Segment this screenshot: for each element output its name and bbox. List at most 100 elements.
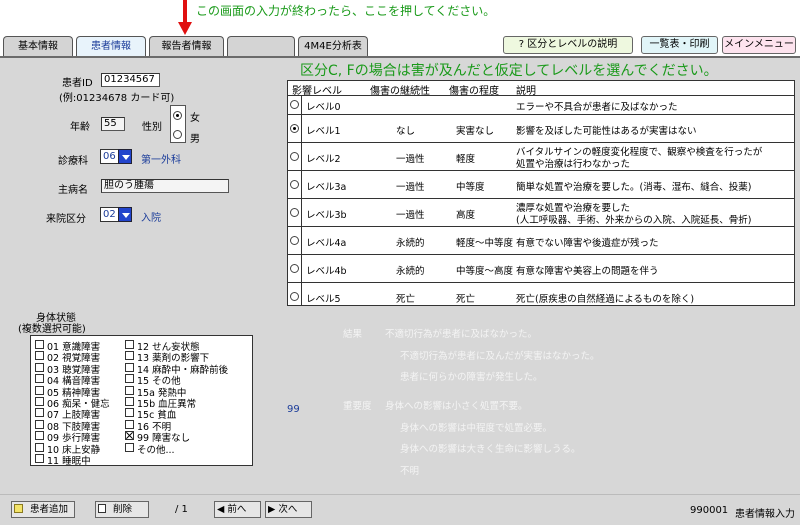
patient-id-example: (例:01234678 カード可) — [59, 93, 175, 104]
body-state-checkbox[interactable] — [125, 397, 134, 406]
add-patient-button[interactable]: 患者追加 — [11, 501, 75, 518]
user-id: 990001 — [690, 505, 729, 516]
department-code[interactable]: 06 — [100, 149, 119, 164]
level-degree: 実害なし — [456, 126, 495, 137]
body-state-checkbox[interactable] — [125, 340, 134, 349]
department-dropdown-button[interactable] — [118, 149, 132, 164]
disease-input[interactable]: 胆のう腫瘍 — [101, 179, 229, 193]
level-radio[interactable] — [290, 100, 299, 109]
level-description: 簡単な処置や治療を要した。(消毒、湿布、縫合、投薬) — [516, 182, 752, 193]
sex-male-radio[interactable] — [173, 130, 182, 139]
sex-female-radio[interactable] — [173, 111, 182, 120]
body-state-checkbox[interactable] — [125, 362, 134, 372]
prev-button[interactable]: ◀ 前へ — [214, 501, 261, 518]
level-description: 有意でない障害や後遺症が残った — [516, 238, 659, 249]
level-row[interactable]: レベル4b 永続的 中等度～高度 有意な障害や美容上の問題を伴う — [288, 254, 794, 282]
body-state-checkbox[interactable] — [35, 454, 44, 463]
result-option-3[interactable]: 患者に何らかの障害が発生した。 — [400, 369, 543, 383]
footer-divider — [0, 494, 800, 495]
body-state-checkbox[interactable] — [35, 374, 44, 384]
level-row[interactable]: レベル3a 一過性 中等度 簡単な処置や治療を要した。(消毒、湿布、縫合、投薬) — [288, 170, 794, 198]
body-state-checkbox[interactable] — [35, 419, 44, 429]
tab-4m4e-analysis[interactable]: 4M4E分析表 — [298, 36, 368, 57]
level-continuity: 永続的 — [396, 238, 425, 249]
level-radio[interactable] — [290, 180, 299, 189]
body-state-checkbox[interactable] — [35, 431, 44, 441]
department-name: 第一外科 — [141, 155, 181, 166]
hint-text: この画面の入力が終わったら、ここを押してください。 — [196, 4, 496, 18]
delete-label: 削除 — [113, 504, 133, 515]
level-radio[interactable] — [290, 264, 299, 273]
level-row[interactable]: レベル0 エラーや不具合が患者に及ばなかった — [288, 95, 794, 114]
severity-option-1[interactable]: 身体への影響は小さく処置不要。 — [385, 398, 528, 412]
body-state-label: 11 睡眠中 — [47, 456, 91, 467]
level-description: 有意な障害や美容上の問題を伴う — [516, 266, 659, 277]
level-radio[interactable] — [290, 236, 299, 245]
add-patient-label: 患者追加 — [30, 504, 69, 515]
main-menu-button[interactable]: メインメニュー — [722, 36, 796, 54]
tab-blank[interactable] — [227, 36, 295, 57]
sex-label: 性別 — [142, 122, 162, 133]
level-degree: 中等度 — [456, 182, 485, 193]
severity-label: 重要度 — [343, 401, 372, 412]
level-radio[interactable] — [290, 292, 299, 301]
body-state-checkbox[interactable] — [35, 442, 44, 452]
level-description: 影響を及ぼした可能性はあるが実害はない — [516, 126, 697, 137]
level-row[interactable]: レベル5 死亡 死亡 死亡(原疾患の自然経過によるものを除く) — [288, 282, 794, 306]
body-state-checkbox[interactable] — [125, 374, 134, 384]
visit-type-label: 来院区分 — [46, 214, 86, 225]
body-state-checkbox[interactable] — [125, 385, 134, 395]
screen-name: 患者情報入力 — [735, 509, 795, 520]
level-continuity: 死亡 — [396, 294, 416, 305]
body-state-checkbox[interactable] — [35, 385, 44, 395]
delete-button[interactable]: 削除 — [95, 501, 149, 518]
severity-option-2[interactable]: 身体への影響は中程度で処置必要。 — [400, 420, 552, 434]
patient-id-input[interactable]: 01234567 — [101, 73, 160, 87]
level-row[interactable]: レベル4a 永続的 軽度～中等度 有意でない障害や後遺症が残った — [288, 226, 794, 254]
disease-label: 主病名 — [58, 185, 88, 196]
body-state-checklist: 01 意識障害 02 視覚障害 03 聴覚障害 04 構音障害 05 精神障害 06 痴呆… — [30, 335, 253, 467]
age-field: 55 — [101, 117, 125, 131]
level-name: レベル4a — [306, 238, 347, 249]
level-row[interactable]: レベル2 一過性 軽度 バイタルサインの軽度変化程度で、観察や検査を行ったが 処置や治療… — [288, 142, 794, 170]
level-continuity: 一過性 — [396, 210, 425, 221]
result-option-1[interactable]: 不適切行為が患者に及ばなかった。 — [385, 326, 537, 340]
body-state-checkbox[interactable] — [125, 442, 134, 452]
list-print-button[interactable]: 一覧表・印刷 — [641, 36, 718, 54]
body-state-checkbox[interactable] — [125, 431, 134, 441]
body-state-checkbox[interactable] — [35, 397, 44, 406]
level-radio[interactable] — [290, 124, 299, 133]
severity-option-3[interactable]: 身体への影響は大きく生命に影響しうる。 — [400, 441, 581, 455]
visit-type-code[interactable]: 02 — [100, 207, 119, 222]
level-name: レベル1 — [306, 126, 341, 137]
trash-icon — [98, 504, 106, 513]
body-state-checkbox[interactable] — [125, 408, 134, 418]
level-row[interactable]: レベル1 なし 実害なし 影響を及ぼした可能性はあるが実害はない — [288, 114, 794, 142]
body-state-checkbox[interactable] — [35, 340, 44, 349]
body-state-checkbox[interactable] — [35, 408, 44, 418]
impact-level-table: 影響レベル 傷害の継続性 傷害の程度 説明 レベル0 エラーや不具合が患者に及ばな… — [287, 80, 795, 306]
result-option-2[interactable]: 不適切行為が患者に及んだが実害はなかった。 — [400, 348, 600, 362]
level-radio[interactable] — [290, 152, 299, 161]
body-state-checkbox[interactable] — [35, 362, 44, 372]
screen: この画面の入力が終わったら、ここを押してください。 基本情報 患者情報 報告者情… — [0, 0, 800, 525]
tab-divider — [0, 56, 800, 58]
add-icon — [14, 504, 23, 513]
level-description-line2: (人工呼吸器、手術、外来からの入院、入院延長、骨折) — [516, 215, 752, 226]
sex-female-label: 女 — [190, 113, 200, 124]
tab-patient-info[interactable]: 患者情報 — [76, 36, 146, 58]
severity-option-4[interactable]: 不明 — [400, 463, 419, 477]
tab-reporter-info[interactable]: 報告者情報 — [149, 36, 224, 57]
level-help-button[interactable]: ? 区分とレベルの説明 — [503, 36, 633, 54]
level-description: 死亡(原疾患の自然経過によるものを除く) — [516, 294, 695, 305]
level-degree: 高度 — [456, 210, 476, 221]
body-state-checkbox[interactable] — [125, 419, 134, 429]
level-row[interactable]: レベル3b 一過性 高度 濃厚な処置や治療を要した (人工呼吸器、手術、外来からの入院、… — [288, 198, 794, 226]
patient-id-label: 患者ID — [62, 78, 93, 89]
level-radio[interactable] — [290, 208, 299, 217]
body-state-checkbox[interactable] — [35, 351, 44, 361]
tab-basic-info[interactable]: 基本情報 — [3, 36, 73, 57]
body-state-checkbox[interactable] — [125, 351, 134, 361]
visit-type-dropdown-button[interactable] — [118, 207, 132, 222]
next-button[interactable]: ▶ 次へ — [265, 501, 312, 518]
